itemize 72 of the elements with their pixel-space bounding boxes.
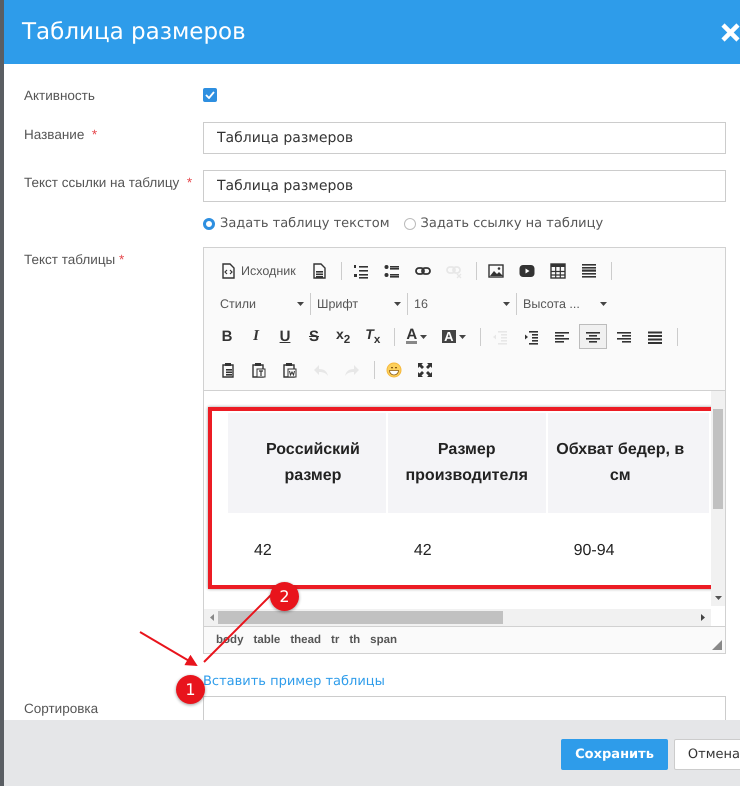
justify-icon <box>646 328 663 344</box>
scroll-left-icon[interactable] <box>210 614 214 621</box>
text-color-button[interactable]: A <box>400 324 434 349</box>
field-label: Название <box>24 127 84 142</box>
required-asterisk: * <box>186 175 192 190</box>
text-field[interactable]: Таблица размеров <box>203 170 726 202</box>
clipboard-word-icon <box>282 362 298 378</box>
dropdown[interactable]: Высота ... <box>517 292 613 314</box>
code-file-icon <box>220 262 236 278</box>
field-label: Сортировка <box>24 701 98 716</box>
horizontal-scrollbar[interactable] <box>204 609 711 626</box>
dialog-title: Таблица размеров <box>22 19 246 45</box>
arrow <box>140 631 198 666</box>
field-label: Активность <box>24 88 95 103</box>
table-cell-text: 42 <box>412 541 433 561</box>
caret-icon <box>600 302 607 306</box>
table-header-cell: Российский размер <box>228 413 386 513</box>
radio-button[interactable] <box>203 218 215 230</box>
table-header-cell: Размер производителя <box>388 413 546 513</box>
text-field[interactable]: Таблица размеров <box>203 122 726 154</box>
image-icon <box>488 262 504 278</box>
required-asterisk: * <box>92 127 98 142</box>
element-path-item[interactable]: tr <box>331 634 340 646</box>
vertical-scrollbar[interactable] <box>711 391 725 606</box>
scroll-right-icon[interactable] <box>701 614 705 621</box>
italic-button[interactable]: I <box>243 324 269 349</box>
format-button[interactable]: x$_{2}$ <box>330 324 356 349</box>
table-icon <box>550 262 566 278</box>
indent-icon <box>522 328 539 344</box>
clipboard-text-icon <box>251 362 267 378</box>
format-button[interactable]: T$_{x}$ <box>359 324 386 349</box>
caret-icon <box>458 334 466 338</box>
element-path-item[interactable]: span <box>370 634 398 646</box>
strikethrough-button[interactable]: S <box>301 324 327 349</box>
dropdown[interactable]: Шрифт <box>311 292 408 314</box>
table-header-cell: Обхват бедер, в см <box>548 413 709 513</box>
caret-icon <box>420 334 428 338</box>
clipboard-icon <box>220 362 236 378</box>
background-color-button[interactable]: A <box>436 324 472 349</box>
smiley-icon <box>386 362 402 378</box>
maximize-icon <box>417 362 433 378</box>
checkbox[interactable] <box>203 88 217 102</box>
play-icon <box>518 262 535 278</box>
field-label: Текст ссылки на таблицу <box>24 175 180 190</box>
element-path-item[interactable]: th <box>349 634 360 646</box>
underline-button[interactable]: U <box>272 324 298 349</box>
sort-field[interactable] <box>203 696 726 720</box>
radio-button[interactable] <box>404 218 416 230</box>
source-button[interactable]: Исходник <box>214 258 302 283</box>
dropdown[interactable]: 16 <box>408 292 517 314</box>
field-label: Текст таблицы <box>24 252 116 267</box>
align-center-button[interactable] <box>578 324 607 349</box>
close-icon[interactable] <box>721 22 740 42</box>
element-path-item[interactable]: table <box>253 634 280 646</box>
required-asterisk: * <box>119 252 124 267</box>
bold-button[interactable]: B <box>214 324 240 349</box>
dropdown[interactable]: Стили <box>214 292 311 314</box>
radio-label[interactable]: Задать ссылку на таблицу <box>420 216 604 231</box>
cancel-button[interactable]: Отмена <box>674 738 740 770</box>
numbered-list-icon <box>352 262 369 278</box>
radio-label[interactable]: Задать таблицу текстом <box>220 216 390 231</box>
element-path-item[interactable]: thead <box>290 634 321 646</box>
lines-icon <box>580 262 597 278</box>
scroll-down-icon[interactable] <box>715 596 722 600</box>
bulleted-list-icon <box>384 262 400 278</box>
caret-icon <box>297 302 304 306</box>
caret-icon <box>503 302 510 306</box>
table-cell-text: 42 <box>253 541 273 561</box>
table-cell-text: 90-94 <box>572 541 616 561</box>
caret-icon <box>394 302 401 306</box>
resize-grip-icon[interactable] <box>712 640 722 650</box>
document-icon <box>310 262 327 278</box>
